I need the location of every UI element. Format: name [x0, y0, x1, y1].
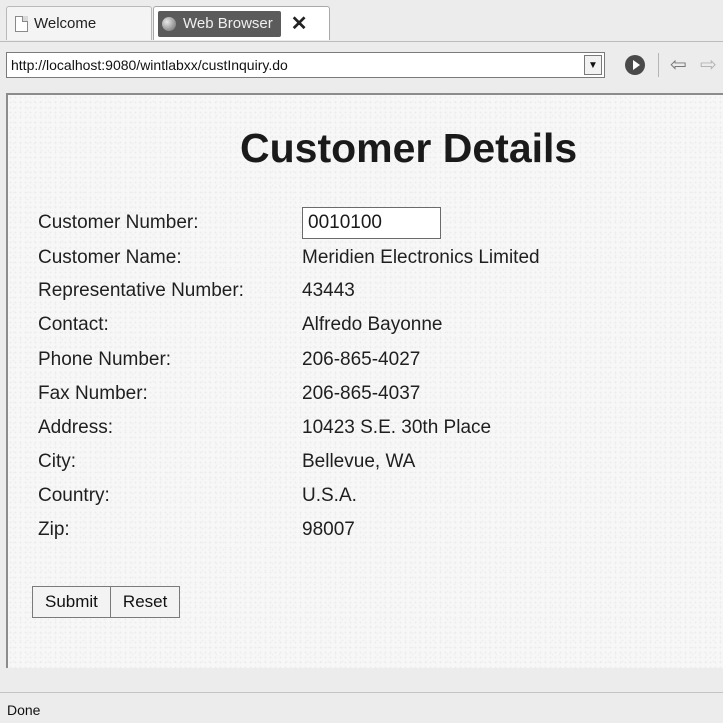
submit-button[interactable]: Submit — [32, 586, 111, 618]
row-zip: Zip: 98007 — [38, 515, 678, 545]
page-title: Customer Details — [240, 125, 578, 171]
close-icon[interactable]: ✕ — [291, 14, 308, 34]
form-buttons: Submit Reset — [32, 586, 181, 618]
browser-content: Customer Details Customer Number: Custom… — [6, 93, 723, 668]
tab-welcome[interactable]: Welcome — [6, 6, 152, 40]
contact-label: Contact: — [38, 314, 109, 335]
browser-window: Welcome Web Browser ✕ ▼ ⇦ ⇨ Customer Det… — [0, 0, 723, 723]
url-input[interactable] — [7, 53, 584, 77]
row-phone-number: Phone Number: 206-865-4027 — [38, 345, 678, 375]
reset-button[interactable]: Reset — [109, 586, 181, 618]
toolbar-divider — [658, 53, 659, 77]
status-text: Done — [7, 702, 41, 718]
address-value: 10423 S.E. 30th Place — [302, 417, 492, 438]
go-button[interactable] — [625, 55, 645, 75]
country-value: U.S.A. — [302, 485, 357, 506]
row-customer-number: Customer Number: — [38, 207, 678, 239]
tab-web-browser[interactable]: Web Browser ✕ — [153, 6, 330, 40]
address-label: Address: — [38, 417, 113, 438]
customer-number-input[interactable] — [302, 207, 441, 239]
address-bar: ▼ — [6, 52, 605, 78]
row-customer-name: Customer Name: Meridien Electronics Limi… — [38, 243, 678, 273]
fax-number-label: Fax Number: — [38, 383, 148, 404]
row-country: Country: U.S.A. — [38, 481, 678, 511]
contact-value: Alfredo Bayonne — [302, 314, 443, 335]
status-bar: Done — [0, 692, 723, 723]
row-representative-number: Representative Number: 43443 — [38, 276, 678, 306]
row-city: City: Bellevue, WA — [38, 447, 678, 477]
customer-name-label: Customer Name: — [38, 247, 182, 268]
row-address: Address: 10423 S.E. 30th Place — [38, 413, 678, 443]
tab-web-browser-label: Web Browser — [183, 15, 273, 32]
globe-icon — [162, 16, 176, 31]
customer-name-value: Meridien Electronics Limited — [302, 247, 540, 268]
phone-number-label: Phone Number: — [38, 349, 172, 370]
address-toolbar: ▼ ⇦ ⇨ — [0, 43, 723, 93]
tab-welcome-label: Welcome — [34, 15, 97, 32]
page-icon — [15, 15, 28, 32]
back-arrow-icon[interactable]: ⇦ — [670, 53, 687, 77]
representative-number-value: 43443 — [302, 280, 355, 301]
country-label: Country: — [38, 485, 110, 506]
row-contact: Contact: Alfredo Bayonne — [38, 310, 678, 340]
phone-number-value: 206-865-4027 — [302, 349, 421, 370]
city-value: Bellevue, WA — [302, 451, 416, 472]
chevron-down-icon[interactable]: ▼ — [584, 55, 602, 75]
tab-web-browser-title: Web Browser — [158, 10, 281, 37]
fax-number-value: 206-865-4037 — [302, 383, 421, 404]
zip-value: 98007 — [302, 519, 355, 540]
customer-number-label: Customer Number: — [38, 212, 199, 233]
forward-arrow-icon[interactable]: ⇨ — [700, 53, 717, 77]
representative-number-label: Representative Number: — [38, 280, 244, 301]
tab-bar: Welcome Web Browser ✕ — [0, 0, 723, 42]
zip-label: Zip: — [38, 519, 70, 540]
city-label: City: — [38, 451, 76, 472]
row-fax-number: Fax Number: 206-865-4037 — [38, 379, 678, 409]
